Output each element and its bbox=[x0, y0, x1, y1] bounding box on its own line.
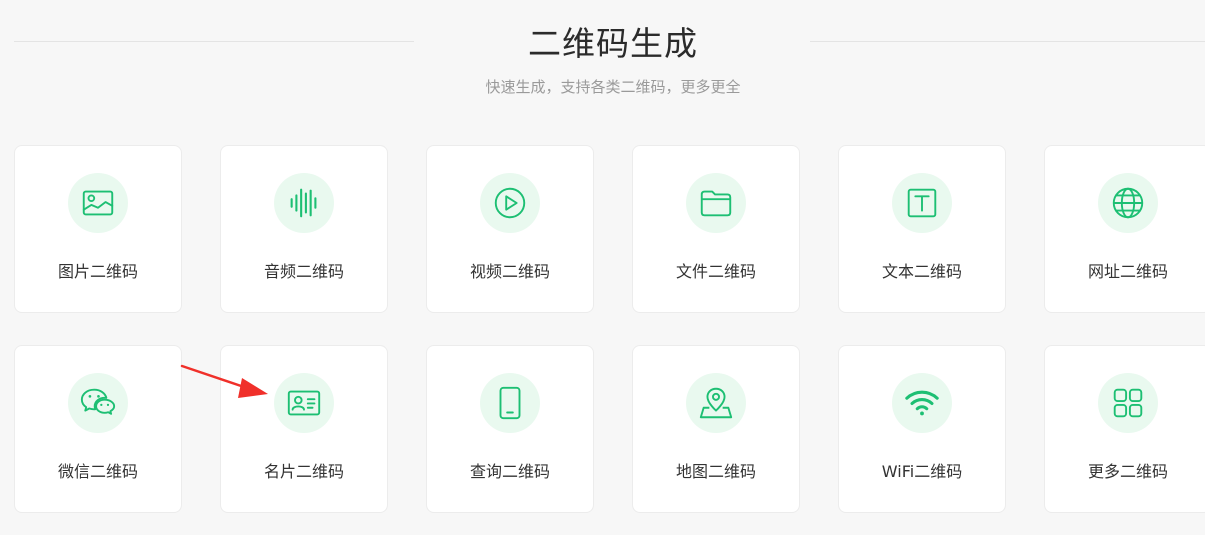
card-label: 查询二维码 bbox=[469, 462, 550, 481]
card-file-qr[interactable]: 文件二维码 bbox=[632, 145, 800, 313]
card-label: 音频二维码 bbox=[263, 262, 344, 281]
audio-wave-icon bbox=[274, 173, 334, 233]
card-label: 图片二维码 bbox=[57, 262, 138, 281]
card-label: 更多二维码 bbox=[1087, 462, 1168, 481]
text-box-icon bbox=[892, 173, 952, 233]
phone-icon bbox=[480, 373, 540, 433]
card-label: 文件二维码 bbox=[675, 262, 756, 281]
card-wechat-qr[interactable]: 微信二维码 bbox=[14, 345, 182, 513]
card-image-qr[interactable]: 图片二维码 bbox=[14, 145, 182, 313]
map-pin-icon bbox=[686, 373, 746, 433]
page-title: 二维码生成 bbox=[528, 24, 698, 63]
card-label: 地图二维码 bbox=[675, 462, 756, 481]
card-label: 微信二维码 bbox=[57, 462, 138, 481]
folder-icon bbox=[686, 173, 746, 233]
qr-generator-page: 二维码生成 快速生成，支持各类二维码，更多更全 图片二维码 音频二维码 视频二维… bbox=[0, 0, 1205, 535]
card-label: 视频二维码 bbox=[469, 262, 550, 281]
id-card-icon bbox=[274, 373, 334, 433]
card-label: 文本二维码 bbox=[881, 262, 962, 281]
card-url-qr[interactable]: 网址二维码 bbox=[1044, 145, 1205, 313]
card-more-qr[interactable]: 更多二维码 bbox=[1044, 345, 1205, 513]
card-text-qr[interactable]: 文本二维码 bbox=[838, 145, 1006, 313]
card-video-qr[interactable]: 视频二维码 bbox=[426, 145, 594, 313]
card-wifi-qr[interactable]: WiFi二维码 bbox=[838, 345, 1006, 513]
card-label: 名片二维码 bbox=[263, 462, 344, 481]
play-circle-icon bbox=[480, 173, 540, 233]
card-label: 网址二维码 bbox=[1087, 262, 1168, 281]
card-label: WiFi二维码 bbox=[881, 462, 963, 481]
wifi-icon bbox=[892, 373, 952, 433]
card-query-qr[interactable]: 查询二维码 bbox=[426, 345, 594, 513]
red-arrow-icon bbox=[180, 364, 268, 398]
card-audio-qr[interactable]: 音频二维码 bbox=[220, 145, 388, 313]
wechat-icon bbox=[68, 373, 128, 433]
image-icon bbox=[68, 173, 128, 233]
globe-icon bbox=[1098, 173, 1158, 233]
grid-icon bbox=[1098, 373, 1158, 433]
card-map-qr[interactable]: 地图二维码 bbox=[632, 345, 800, 513]
page-subtitle: 快速生成，支持各类二维码，更多更全 bbox=[485, 78, 741, 96]
